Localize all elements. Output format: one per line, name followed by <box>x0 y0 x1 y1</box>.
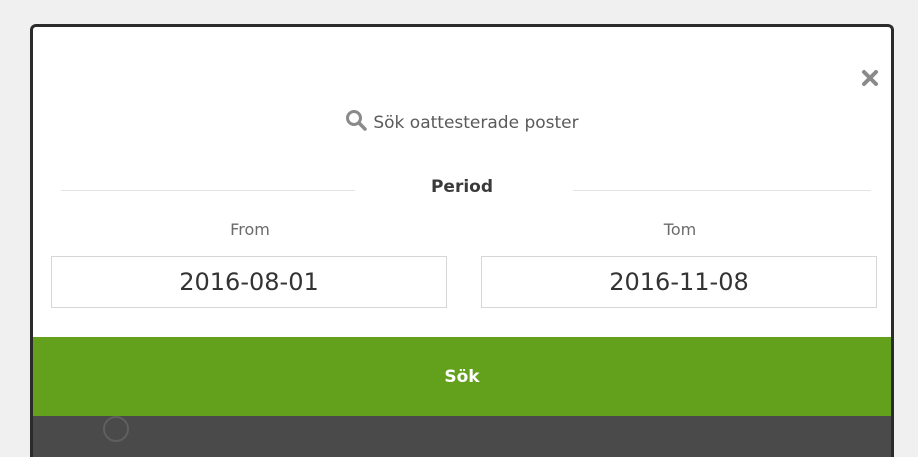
modal-frame: Sök oattesterade poster Period From Tom … <box>30 24 894 457</box>
divider-right <box>573 190 871 191</box>
close-icon[interactable] <box>861 69 879 87</box>
circle-icon <box>103 416 129 442</box>
to-date-field[interactable] <box>481 256 877 308</box>
period-label: Period <box>430 177 494 197</box>
dialog-title: Sök oattesterade poster <box>33 109 891 136</box>
search-button[interactable]: Sök <box>33 337 891 416</box>
search-button-label: Sök <box>444 366 480 387</box>
from-label: From <box>230 220 270 239</box>
search-dialog: Sök oattesterade poster Period From Tom <box>33 27 891 341</box>
to-label: Tom <box>663 220 697 239</box>
search-icon <box>345 109 368 136</box>
from-date-field[interactable] <box>51 256 447 308</box>
dialog-title-text: Sök oattesterade poster <box>373 112 579 133</box>
